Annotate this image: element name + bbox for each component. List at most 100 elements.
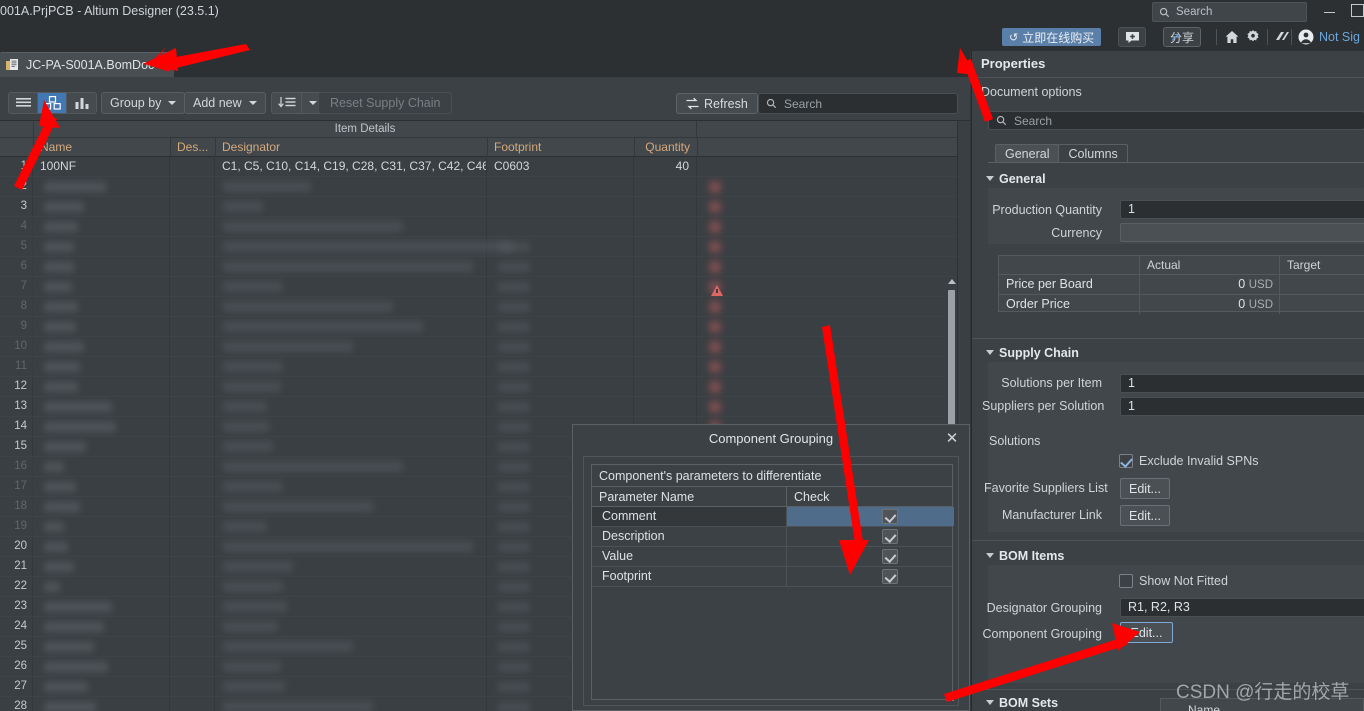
properties-subtitle: Document options [981,85,1082,99]
column-header-name[interactable]: Name [34,138,171,157]
tab-columns[interactable]: Columns [1058,144,1128,163]
section-bom-items[interactable]: BOM Items [986,549,1064,563]
redacted-content [498,562,530,572]
component-grouping-dialog: Component Grouping ✕ Component's paramet… [572,424,970,711]
cell-qty [635,237,697,256]
share-button[interactable]: ↗ 分享 [1163,27,1202,47]
designator-grouping-field[interactable]: R1, R2, R3 [1120,598,1364,617]
redacted-content [498,482,530,492]
comment-button[interactable] [1118,27,1146,47]
manufacturer-link-edit-button[interactable]: Edit... [1120,505,1170,526]
table-row[interactable]: 13 [0,397,957,417]
chart-view-button[interactable] [67,93,96,113]
group-by-button[interactable]: Group by [101,92,186,114]
table-row[interactable]: 2 [0,177,957,197]
table-row[interactable]: 3 [0,197,957,217]
section-supply-chain[interactable]: Supply Chain [986,346,1079,360]
buy-online-button[interactable]: ↺ 立即在线购买 [1002,28,1102,46]
tab-general[interactable]: General [995,144,1060,163]
column-header-rownum[interactable] [0,138,34,157]
redacted-content [44,422,116,432]
check-checkbox[interactable] [882,549,898,564]
cell-quantity: 40 [635,157,697,176]
global-search-input[interactable]: Search [1152,2,1307,22]
column-header-quantity[interactable]: Quantity [635,138,698,157]
table-row[interactable]: 11 [0,357,957,377]
cell-des [171,377,215,396]
extensions-icon[interactable] [1274,29,1290,45]
table-row[interactable]: 1 100NF C1, C5, C10, C14, C19, C28, C31,… [0,157,957,177]
table-row[interactable]: 10 [0,337,957,357]
table-row[interactable]: Order Price 0 USD [999,295,1364,315]
divider [1267,29,1268,45]
show-not-fitted-checkbox[interactable] [1119,574,1133,588]
refresh-button[interactable]: Refresh [676,93,758,114]
column-header-status[interactable] [698,138,957,157]
parameter-check-cell[interactable] [786,547,954,566]
table-row[interactable]: 4 [0,217,957,237]
cell-des [171,397,215,416]
section-general[interactable]: General [986,172,1046,186]
exclude-invalid-spns-checkbox[interactable] [1119,454,1133,468]
gear-icon[interactable] [1245,29,1261,45]
parameter-check-cell[interactable] [786,507,954,526]
production-quantity-field[interactable]: 1 [1120,200,1364,219]
sort-group [271,92,325,114]
currency-field[interactable] [1120,223,1364,242]
table-row[interactable]: 9 [0,317,957,337]
table-row[interactable]: 7 [0,277,957,297]
favorite-suppliers-edit-button[interactable]: Edit... [1120,478,1170,499]
parameter-row[interactable]: Description [592,527,952,547]
close-icon[interactable]: ✕ [943,429,961,447]
column-header-parameter-name[interactable]: Parameter Name [599,487,694,507]
price-table-header: Actual Target [999,256,1364,275]
suppliers-per-solution-field[interactable]: 1 [1120,397,1364,416]
resize-grip[interactable] [946,693,955,702]
properties-search-input[interactable]: Search [988,111,1364,130]
cell-des [171,357,215,376]
sort-button[interactable] [272,93,302,113]
table-row[interactable]: Price per Board 0 USD [999,275,1364,295]
bom-search-placeholder: Search [784,96,823,111]
bom-search-input[interactable]: Search [758,93,958,114]
column-header-check[interactable]: Check [786,487,954,507]
redacted-content [223,641,353,652]
column-header-designator[interactable]: Designator [216,138,488,157]
parameter-check-cell[interactable] [786,527,954,546]
row-number: 14 [0,417,33,436]
check-checkbox[interactable] [882,529,898,544]
check-checkbox[interactable] [882,569,898,584]
solutions-per-item-field[interactable]: 1 [1120,374,1364,393]
group-header-cell [0,121,34,138]
table-row[interactable]: 6 [0,257,957,277]
parameter-check-cell[interactable] [786,567,954,586]
column-header-footprint[interactable]: Footprint [488,138,635,157]
add-new-button[interactable]: Add new [184,92,266,114]
table-row[interactable]: 8 [0,297,957,317]
user-avatar-icon[interactable] [1298,29,1314,45]
maximize-button[interactable] [1351,4,1364,17]
column-header-description[interactable]: Des... [171,138,216,157]
component-grouping-edit-button[interactable]: Edit... [1120,622,1173,643]
redacted-content [498,342,530,352]
section-bom-sets[interactable]: BOM Sets [986,696,1058,710]
document-tab-bomdoc[interactable]: JC-PA-S001A.BomDoc * [0,52,174,77]
list-view-button[interactable] [9,93,38,113]
scroll-up-icon[interactable] [948,279,956,284]
reset-supply-chain-button[interactable]: Reset Supply Chain [318,92,453,114]
parameter-row[interactable]: Comment [592,507,954,527]
redacted-content [223,201,263,212]
redacted-content [44,702,96,711]
minimize-button[interactable] [1322,4,1338,20]
cell-des [171,697,215,711]
check-checkbox[interactable] [882,509,898,524]
parameter-row[interactable]: Value [592,547,952,567]
redacted-content [223,481,283,492]
grouped-view-button[interactable] [38,93,67,113]
properties-title: Properties [981,56,1046,71]
not-signed-in-label[interactable]: Not Sig [1319,30,1360,44]
row-number: 2 [0,177,33,196]
home-icon[interactable] [1224,29,1240,45]
parameter-row[interactable]: Footprint [592,567,952,587]
table-row[interactable]: 12 [0,377,957,397]
